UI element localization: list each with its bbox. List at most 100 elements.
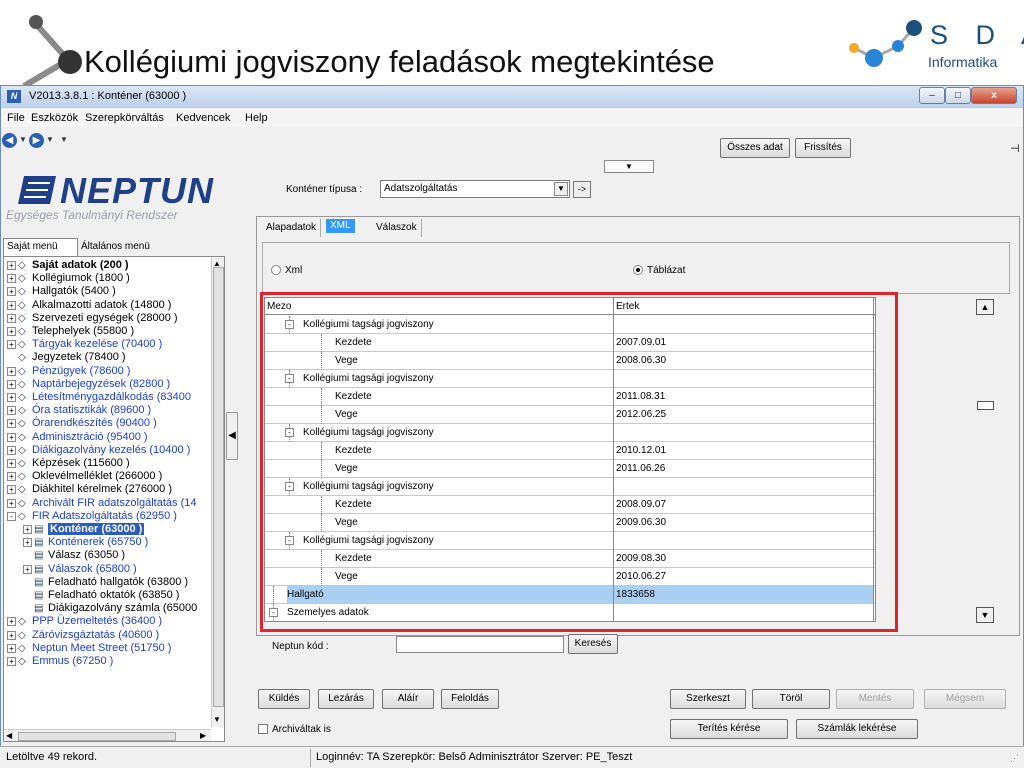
tree-item[interactable]: + ◇ Órarendkészítés (90400 ) [7,417,157,430]
radio-tablazat[interactable]: Táblázat [633,265,685,276]
tree-item[interactable]: - ◇ FIR Adatszolgáltatás (62950 ) [7,510,177,523]
tree-vertical-scrollbar[interactable]: ▲ ▼ [211,257,224,727]
expand-icon[interactable]: + [7,366,16,376]
grid-scroll-down-icon[interactable]: ▼ [976,607,994,623]
expand-icon[interactable]: + [7,340,16,350]
forward-arrow-icon[interactable]: ▶ [29,133,44,148]
tree-item[interactable]: + ◇ Létesítménygazdálkodás (83400 [7,391,191,404]
radio-xml-circle[interactable] [271,265,281,276]
scroll-down-icon[interactable]: ▼ [213,715,221,724]
menu-help[interactable]: Help [245,112,268,124]
tree-item[interactable]: + ◇ Pénzügyek (78600 ) [7,365,130,378]
tab-alapadatok[interactable]: Alapadatok [262,219,322,237]
expand-icon[interactable]: + [7,379,16,389]
tree-item[interactable]: + ◇ Naptárbejegyzések (82800 ) [7,378,170,391]
osszes-adat-button[interactable]: Összes adat [720,138,790,158]
tree-item[interactable]: + ◇ PPP Üzemeltetés (36400 ) [7,615,162,628]
tree-item[interactable]: + ◇ Telephelyek (55800 ) [7,325,134,338]
szamlak-lekerese-button[interactable]: Számlák lekérése [796,719,918,739]
grid-scroll-up-icon[interactable]: ▲ [976,299,994,315]
expand-icon[interactable]: + [7,472,16,482]
scroll-right-icon[interactable]: ▶ [200,731,206,740]
menu-kedvencek[interactable]: Kedvencek [176,112,230,124]
chevron-down-icon[interactable]: ▼ [554,182,568,196]
grid-scroll-thumb[interactable] [977,401,994,410]
megsem-button[interactable]: Mégsem [924,689,1006,709]
tree-item[interactable]: + ◇ Alkalmazotti adatok (14800 ) [7,299,171,312]
tree-item[interactable]: + ◇ Saját adatok (200 ) [7,259,129,272]
neptun-kod-input[interactable] [396,636,564,653]
tab-sajat-menu[interactable]: Saját menü [3,238,78,256]
expand-icon[interactable]: + [7,261,16,270]
tab-altalanos-menu[interactable]: Általános menü [79,240,159,256]
expand-toggle-icon[interactable]: ▼ [604,160,654,173]
expand-icon[interactable]: + [7,327,16,336]
tree-item[interactable]: + ◇ Szervezeti egységek (28000 ) [7,312,178,325]
expand-icon[interactable]: + [7,432,16,442]
tree-hscroll-thumb[interactable] [18,732,176,741]
tab-xml[interactable]: XML [326,219,355,233]
radio-tablazat-circle[interactable] [633,265,643,276]
radio-xml[interactable]: Xml [271,265,302,276]
tree-item[interactable]: + ◇ Diákhitel kérelmek (276000 ) [7,483,172,496]
tree-item[interactable]: + ◇ Diákigazolvány kezelés (10400 ) [7,444,190,457]
tree-item[interactable]: + ◇ Óra statisztikák (89600 ) [7,404,151,417]
back-dropdown-icon[interactable]: ▼ [19,135,27,144]
tree-item[interactable]: + ▤ Konténerek (65750 ) [23,536,148,549]
tree-item[interactable]: + ◇ Adminisztráció (95400 ) [7,431,148,444]
expand-icon[interactable]: + [7,657,16,666]
expand-icon[interactable]: + [7,300,16,310]
expand-icon[interactable]: + [7,630,16,640]
tree-item[interactable]: ▤ Feladható oktatók (63850 ) [23,589,179,602]
kereses-button[interactable]: Keresés [568,634,618,654]
back-arrow-icon[interactable]: ◀ [2,133,17,148]
tree-horizontal-scrollbar[interactable]: ◀ ▶ [4,729,211,741]
tree-item[interactable]: + ◇ Képzések (115600 ) [7,457,130,470]
expand-icon[interactable]: + [7,393,16,402]
pin-icon[interactable]: ⊣ [1010,142,1020,155]
menu-file[interactable]: File [7,112,25,124]
menu-eszkozok[interactable]: Eszközök [31,112,78,124]
kontener-go-button[interactable]: -> [573,181,591,198]
szerkeszt-button[interactable]: Szerkeszt [670,689,746,709]
nav-options-icon[interactable]: ▼ [60,135,68,144]
expand-icon[interactable]: + [23,538,32,548]
tree-scroll-thumb[interactable] [213,267,224,707]
collapse-icon[interactable]: - [7,511,16,521]
panel-collapse-handle[interactable]: ◀ [226,412,238,460]
kuldes-button[interactable]: Küldés [258,689,310,709]
maximize-button[interactable]: □ [945,87,971,104]
torol-button[interactable]: Töröl [752,689,830,709]
tree-item[interactable]: + ◇ Hallgatók (5400 ) [7,285,116,298]
tree-item[interactable]: + ▤ Válaszok (65800 ) [23,563,137,576]
scroll-left-icon[interactable]: ◀ [6,731,12,740]
forward-dropdown-icon[interactable]: ▼ [46,135,54,144]
kontener-tipusa-select[interactable]: Adatszolgáltatás ▼ [380,180,570,198]
tree-item[interactable]: + ◇ Kollégiumok (1800 ) [7,272,130,285]
tree-item[interactable]: + ▤ Konténer (63000 ) [23,523,145,536]
archivaltak-checkbox-box[interactable] [258,724,268,735]
tree-item[interactable]: + ◇ Záróvizsgáztatás (40600 ) [7,629,159,642]
mentes-button[interactable]: Mentés [836,689,914,709]
tree-item[interactable]: + ◇ Oklevélmelléklet (266000 ) [7,470,162,483]
tree-item[interactable]: + ◇ Neptun Meet Street (51750 ) [7,642,171,655]
minimize-button[interactable]: – [919,87,945,104]
terites-kerese-button[interactable]: Terítés kérése [670,719,788,739]
expand-icon[interactable]: + [23,564,32,574]
tab-valaszok[interactable]: Válaszok [372,219,422,237]
tree-item[interactable]: + ◇ Emmus (67250 ) [7,655,113,668]
tree-item[interactable]: ◇ Jegyzetek (78400 ) [7,351,126,364]
grid-vertical-scrollbar[interactable]: ▲ ▼ [976,297,996,623]
expand-icon[interactable]: + [7,419,16,429]
expand-icon[interactable]: + [7,445,16,455]
lezaras-button[interactable]: Lezárás [318,689,374,709]
expand-icon[interactable]: + [7,617,16,627]
expand-icon[interactable]: + [7,485,16,495]
alair-button[interactable]: Aláír [382,689,434,709]
expand-icon[interactable]: + [7,313,16,323]
tree-item[interactable]: ▤ Feladható hallgatók (63800 ) [23,576,188,589]
expand-icon[interactable]: + [7,498,16,508]
expand-icon[interactable]: + [23,525,32,534]
resize-grip-icon[interactable]: ⋰ [1010,753,1019,764]
tree-item[interactable]: + ◇ Tárgyak kezelése (70400 ) [7,338,162,351]
